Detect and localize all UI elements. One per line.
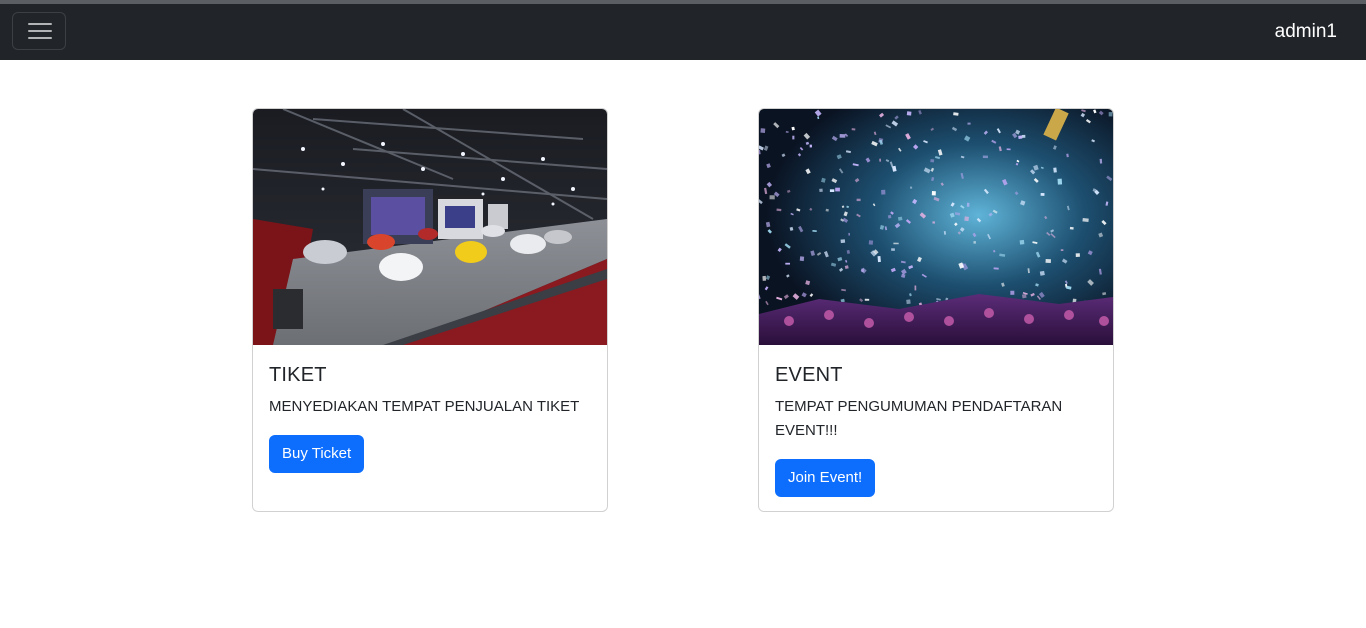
navbar-brand[interactable]: admin1 (1275, 21, 1337, 43)
ticket-card-image (253, 109, 607, 345)
ticket-card: TIKET MENYEDIAKAN TEMPAT PENJUALAN TIKET… (252, 108, 608, 512)
ticket-card-title: TIKET (269, 364, 327, 386)
event-card-title: EVENT (775, 364, 843, 386)
buy-ticket-button[interactable]: Buy Ticket (269, 435, 365, 473)
navbar-toggle-button[interactable] (12, 12, 66, 50)
hamburger-menu-icon (28, 30, 52, 32)
hamburger-menu-icon (28, 23, 52, 25)
top-navbar: admin1 (0, 4, 1366, 60)
event-card-image (759, 109, 1113, 345)
event-card: EVENT TEMPAT PENGUMUMAN PENDAFTARAN EVEN… (758, 108, 1114, 512)
ticket-card-text: MENYEDIAKAN TEMPAT PENJUALAN TIKET (269, 398, 580, 415)
hamburger-menu-icon (28, 37, 52, 39)
event-card-text: TEMPAT PENGUMUMAN PENDAFTARAN EVENT!!! (775, 398, 1063, 439)
join-event-button[interactable]: Join Event! (775, 459, 876, 497)
